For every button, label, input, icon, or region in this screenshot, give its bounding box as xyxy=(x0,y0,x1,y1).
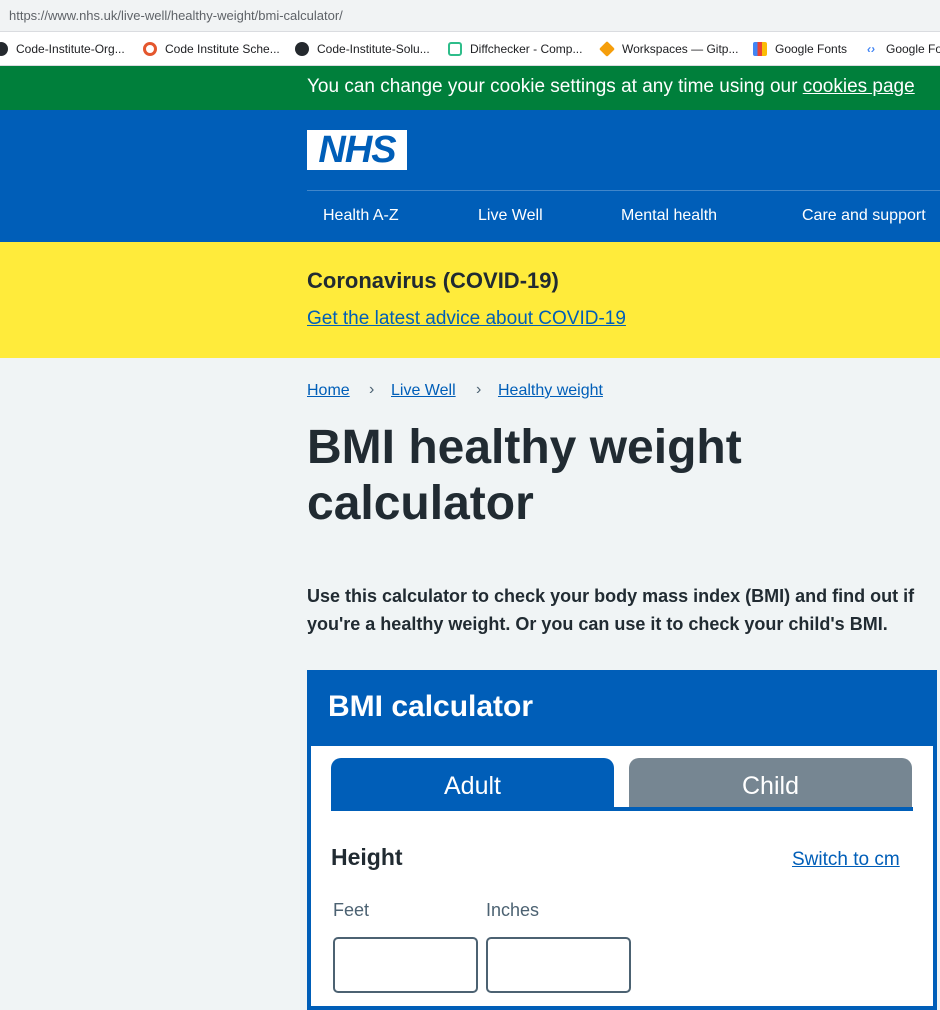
ring-icon xyxy=(143,41,157,56)
nav-care-and-support[interactable]: Care and support xyxy=(802,207,926,225)
site-header: NHS Health A-Z Live Well Mental health C… xyxy=(0,110,940,242)
covid-advice-link[interactable]: Get the latest advice about COVID-19 xyxy=(307,308,626,330)
breadcrumb-home[interactable]: Home xyxy=(307,382,350,400)
github-icon xyxy=(0,41,8,56)
calculator-header: BMI calculator xyxy=(311,670,937,746)
cookie-text: You can change your cookie settings at a… xyxy=(307,76,803,97)
cookie-banner: You can change your cookie settings at a… xyxy=(0,66,940,110)
bookmark-5[interactable]: Workspaces — Gitp... xyxy=(599,32,739,65)
switch-to-cm-link[interactable]: Switch to cm xyxy=(792,849,900,871)
inches-label: Inches xyxy=(486,900,540,920)
bookmark-label: Google Fonts xyxy=(775,41,848,56)
breadcrumb-live-well[interactable]: Live Well xyxy=(391,382,456,400)
bookmark-label: Code Institute Sche... xyxy=(165,41,280,56)
nav-live-well[interactable]: Live Well xyxy=(478,207,543,225)
nhs-logo-text: NHS xyxy=(318,129,396,171)
bookmark-1[interactable]: Code-Institute-Org... xyxy=(0,32,125,65)
nav-mental-health[interactable]: Mental health xyxy=(621,207,717,225)
github-icon xyxy=(295,41,309,56)
bookmark-label: Diffchecker - Comp... xyxy=(470,41,583,56)
inches-input[interactable] xyxy=(486,937,631,993)
page-intro: Use this calculator to check your body m… xyxy=(307,586,915,634)
feet-label: Feet xyxy=(333,900,370,920)
google-fonts-icon xyxy=(753,41,767,56)
bookmark-label: Code-Institute-Solu... xyxy=(317,41,430,56)
bookmark-label: Code-Institute-Org... xyxy=(16,41,125,56)
tab-adult[interactable]: Adult xyxy=(331,758,614,807)
bookmark-label: Workspaces — Gitp... xyxy=(622,41,739,56)
chevron-right-icon: › xyxy=(369,381,375,398)
bookmark-6[interactable]: Google Fonts xyxy=(753,32,847,65)
feet-input[interactable] xyxy=(333,937,478,993)
nhs-logo[interactable]: NHS xyxy=(307,130,407,170)
address-bar[interactable]: https://www.nhs.uk/live-well/healthy-wei… xyxy=(0,0,940,32)
bookmarks-bar: Code-Institute-Org... Code Institute Sch… xyxy=(0,32,940,66)
nav-divider xyxy=(307,190,940,191)
url-text[interactable]: https://www.nhs.uk/live-well/healthy-wei… xyxy=(0,8,343,23)
cookies-page-link[interactable]: cookies page xyxy=(803,76,915,97)
page-title: BMI healthy weight calculator xyxy=(307,421,742,530)
tab-child[interactable]: Child xyxy=(629,758,912,807)
breadcrumb-healthy-weight[interactable]: Healthy weight xyxy=(498,382,603,400)
bmi-calculator: BMI calculator Adult Child Height Switch… xyxy=(307,670,937,1010)
chevron-right-icon: › xyxy=(476,381,482,398)
calculator-title: BMI calculator xyxy=(328,690,534,723)
covid-title: Coronavirus (COVID-19) xyxy=(307,268,559,293)
diffchecker-icon xyxy=(448,41,462,56)
devtools-icon: ‹› xyxy=(867,41,875,56)
bookmark-7[interactable]: ‹› Google Fo xyxy=(864,32,940,65)
bookmark-3[interactable]: Code-Institute-Solu... xyxy=(295,32,430,65)
tabs-underline xyxy=(331,807,913,811)
bookmark-label: Google Fo xyxy=(886,41,940,56)
nav-health-a-z[interactable]: Health A-Z xyxy=(323,207,399,225)
gitpod-icon xyxy=(599,40,615,57)
height-label: Height xyxy=(331,844,403,870)
bookmark-2[interactable]: Code Institute Sche... xyxy=(143,32,280,65)
bookmark-4[interactable]: Diffchecker - Comp... xyxy=(448,32,582,65)
covid-banner: Coronavirus (COVID-19) Get the latest ad… xyxy=(0,242,940,358)
